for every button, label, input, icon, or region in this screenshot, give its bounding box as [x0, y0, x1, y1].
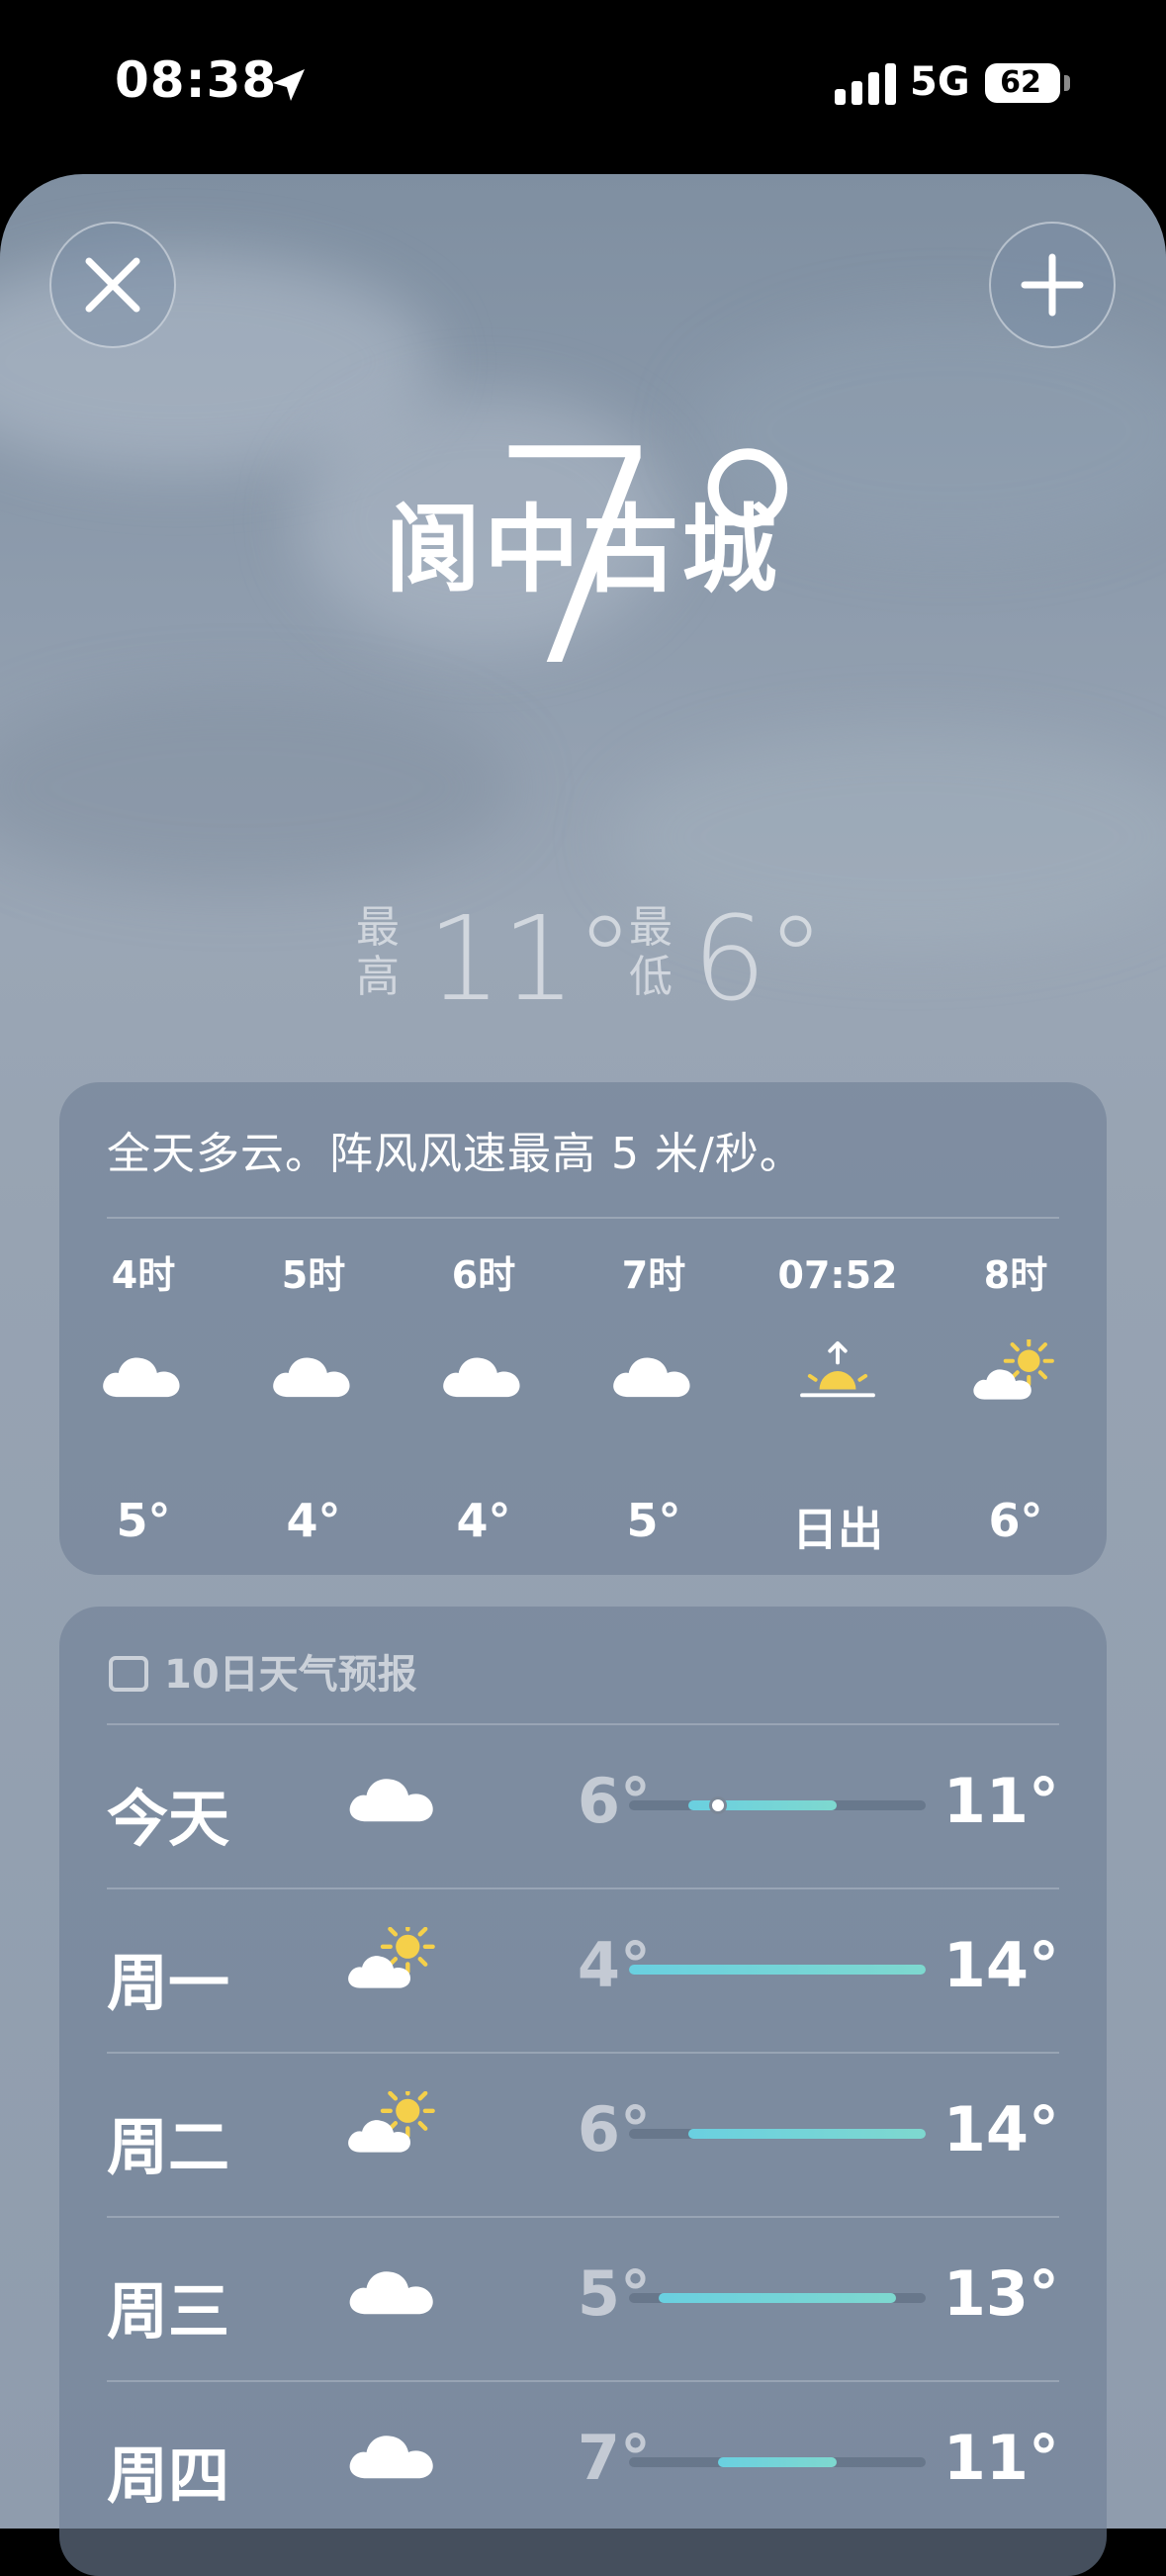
hourly-forecast-card[interactable]: 全天多云。阵风风速最高 5 米/秒。 4时 5° 5时 4° 6时 4° 7时 5° 07:52… — [59, 1082, 1107, 1575]
partly-cloudy-icon — [344, 2083, 453, 2180]
hour-column: 07:52 日出 — [754, 1250, 922, 1559]
hour-temperature: 4° — [286, 1494, 341, 1547]
daily-row[interactable]: 今天 6° 11° — [107, 1723, 1059, 1887]
close-icon — [85, 257, 140, 313]
hour-temperature: 6° — [988, 1494, 1043, 1547]
hour-column: 8时 6° — [932, 1250, 1100, 1547]
daily-forecast-title: 10日天气预报 — [164, 1652, 417, 1698]
high-label-1: 最 — [356, 902, 400, 953]
day-name: 今天 — [107, 1783, 230, 1855]
hour-column: 4时 5° — [59, 1250, 227, 1547]
day-name: 周三 — [107, 2275, 230, 2347]
low-label-1: 最 — [629, 902, 673, 953]
temperature-range-fill — [718, 2457, 837, 2467]
cloud-icon — [229, 1339, 398, 1438]
hour-temperature: 4° — [456, 1494, 511, 1547]
add-location-button[interactable] — [989, 222, 1116, 348]
day-high-temperature: 11° — [942, 1765, 1059, 1837]
day-high-temperature: 14° — [942, 1929, 1059, 2001]
high-low-temperature: 最 高 11° 最 低 6° — [0, 890, 1166, 1027]
partly-cloudy-icon — [932, 1335, 1100, 1438]
network-type: 5G — [910, 59, 970, 105]
hour-column: 6时 4° — [400, 1250, 568, 1547]
daily-row[interactable]: 周三 5° 13° — [107, 2216, 1059, 2380]
battery-icon: 62 — [985, 63, 1060, 103]
day-name: 周二 — [107, 2111, 230, 2183]
plus-icon — [1021, 253, 1084, 317]
temperature-range-fill — [688, 2129, 926, 2139]
sunrise-icon — [754, 1339, 922, 1438]
temperature-range-fill — [629, 1965, 926, 1975]
status-bar: 08:38 5G 62 — [0, 0, 1166, 168]
weather-summary: 全天多云。阵风风速最高 5 米/秒。 — [107, 1129, 804, 1179]
temperature-range-bar — [629, 1796, 926, 1814]
hour-column: 5时 4° — [229, 1250, 398, 1547]
daily-forecast-header: 10日天气预报 — [109, 1642, 417, 1700]
hour-temperature: 日出 — [792, 1503, 883, 1556]
current-temperature: 7° — [485, 387, 822, 732]
temperature-range-bar — [629, 1965, 926, 1975]
hour-column: 7时 5° — [570, 1250, 738, 1547]
high-temperature: 11° — [427, 890, 635, 1027]
low-temperature: 6° — [692, 890, 826, 1027]
partly-cloudy-icon — [344, 1919, 453, 2016]
daily-row[interactable]: 周四 7° 11° — [107, 2380, 1059, 2544]
day-name: 周一 — [107, 1947, 230, 2019]
temperature-range-fill — [659, 2293, 896, 2303]
hour-time: 07:52 — [777, 1253, 898, 1297]
hour-temperature: 5° — [116, 1494, 171, 1547]
battery-nub — [1064, 75, 1070, 91]
high-label-2: 高 — [356, 952, 400, 1002]
cloud-icon — [400, 1339, 568, 1438]
hour-temperature: 5° — [626, 1494, 681, 1547]
hour-time: 6时 — [451, 1253, 516, 1297]
hour-time: 7时 — [621, 1253, 686, 1297]
temperature-range-bar — [629, 2457, 926, 2467]
current-temp-dot — [709, 1796, 727, 1814]
day-high-temperature: 11° — [942, 2422, 1059, 2494]
status-time: 08:38 — [115, 51, 278, 109]
temperature-range-bar — [629, 2293, 926, 2303]
cloud-icon — [344, 2255, 453, 2345]
day-high-temperature: 14° — [942, 2093, 1059, 2165]
temperature-range-bar — [629, 2129, 926, 2139]
location-arrow-icon — [273, 69, 305, 101]
day-name: 周四 — [107, 2439, 230, 2512]
divider — [107, 1217, 1059, 1219]
cloud-icon — [59, 1339, 227, 1438]
daily-row[interactable]: 周二 6° 14° — [107, 2052, 1059, 2216]
hour-time: 8时 — [983, 1253, 1048, 1297]
cloud-icon — [344, 2420, 453, 2509]
battery-percent: 62 — [1000, 65, 1041, 100]
cloud-icon — [344, 1763, 453, 1852]
day-high-temperature: 13° — [942, 2257, 1059, 2330]
daily-row[interactable]: 周一 4° 14° — [107, 1887, 1059, 2052]
low-label-2: 低 — [629, 952, 673, 1002]
calendar-icon — [109, 1656, 148, 1692]
cellular-signal-icon — [835, 63, 898, 105]
close-button[interactable] — [49, 222, 176, 348]
hour-time: 5时 — [281, 1253, 346, 1297]
hour-time: 4时 — [111, 1253, 176, 1297]
cloud-icon — [570, 1339, 738, 1438]
daily-forecast-card[interactable]: 10日天气预报 今天 6° 11° 周一 4° 14° 周二 6° 14° 周三 5° 13° 周四 7°… — [59, 1607, 1107, 2576]
